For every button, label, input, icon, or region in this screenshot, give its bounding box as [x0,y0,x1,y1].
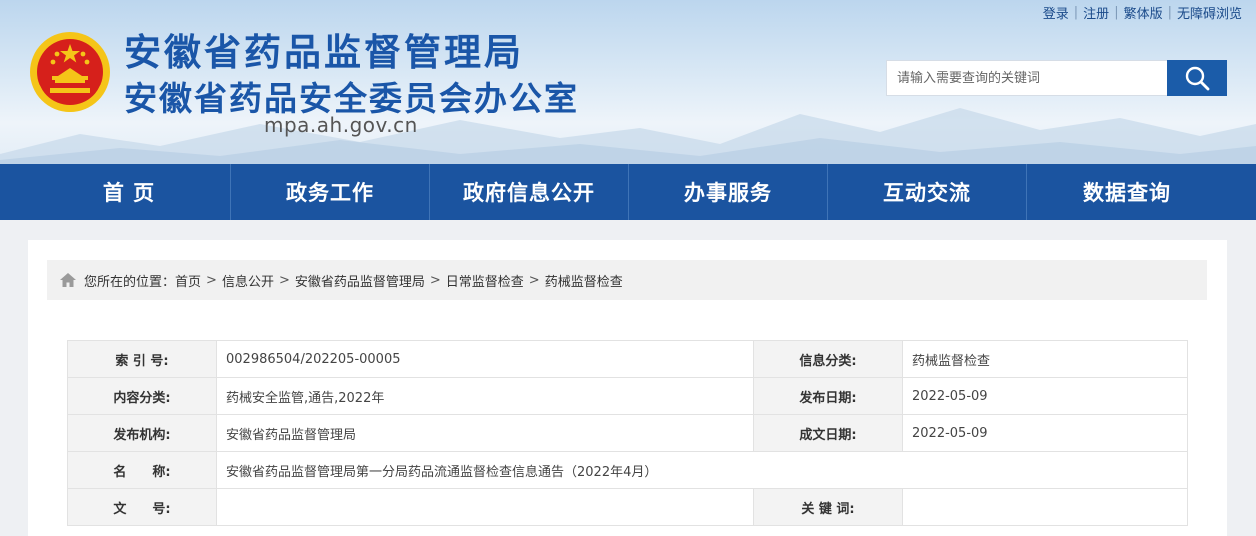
table-row: 名 称: 安徽省药品监督管理局第一分局药品流通监督检查信息通告（2022年4月） [67,451,1188,489]
site-domain: mpa.ah.gov.cn [264,113,418,137]
breadcrumb-separator: > [429,272,441,288]
register-link[interactable]: 注册 [1083,3,1109,22]
home-icon [60,273,76,287]
divider: | [1167,5,1172,20]
traditional-chinese-link[interactable]: 繁体版 [1124,3,1163,22]
info-category-label: 信息分类: [753,340,903,378]
table-row: 发布机构: 安徽省药品监督管理局 成文日期: 2022-05-09 [67,414,1188,452]
document-name-label: 名 称: [67,451,217,489]
content-category-value: 药械安全监管,通告,2022年 [216,377,754,415]
divider: | [1073,5,1079,20]
nav-interaction[interactable]: 互动交流 [828,164,1026,220]
publisher-value: 安徽省药品监督管理局 [216,414,754,452]
table-row: 文 号: 关 键 词: [67,488,1188,526]
publish-date-value: 2022-05-09 [902,377,1188,415]
keywords-value [902,488,1188,526]
content-category-label: 内容分类: [67,377,217,415]
index-number-value: 002986504/202205-00005 [216,340,754,378]
breadcrumb-item-home[interactable]: 首页 [175,271,201,290]
site-header: 登录 | 注册 | 繁体版 | 无障碍浏览 安徽省药品监督管理局 安徽省药品安全… [0,0,1256,164]
breadcrumb-separator: > [206,272,217,288]
index-number-label: 索 引 号: [67,340,217,378]
keywords-label: 关 键 词: [753,488,903,526]
breadcrumb: 您所在的位置： 首页 > 信息公开 > 安徽省药品监督管理局 > 日常监督检查 … [47,260,1207,300]
table-row: 内容分类: 药械安全监管,通告,2022年 发布日期: 2022-05-09 [67,377,1188,415]
nav-data-query[interactable]: 数据查询 [1027,164,1227,220]
document-name-value: 安徽省药品监督管理局第一分局药品流通监督检查信息通告（2022年4月） [216,451,1188,489]
breadcrumb-item-drug-device-inspection[interactable]: 药械监督检查 [545,271,623,290]
top-links: 登录 | 注册 | 繁体版 | 无障碍浏览 [1043,3,1242,22]
info-category-value: 药械监督检查 [902,340,1188,378]
main-navigation: 首 页 政务工作 政府信息公开 办事服务 互动交流 数据查询 [0,164,1256,220]
document-info-table: 索 引 号: 002986504/202205-00005 信息分类: 药械监督… [67,340,1188,526]
search-button[interactable] [1167,60,1227,96]
publisher-label: 发布机构: [67,414,217,452]
nav-home[interactable]: 首 页 [28,164,230,220]
nav-government-affairs[interactable]: 政务工作 [231,164,429,220]
search-input[interactable] [886,60,1168,96]
search-icon [1185,66,1210,91]
national-emblem-icon [30,32,110,113]
divider: | [1114,5,1119,20]
table-row: 索 引 号: 002986504/202205-00005 信息分类: 药械监督… [67,340,1188,378]
created-date-label: 成文日期: [753,414,903,452]
document-number-value [216,488,754,526]
nav-services[interactable]: 办事服务 [629,164,827,220]
breadcrumb-item-info-disclosure[interactable]: 信息公开 [222,271,274,290]
nav-information-disclosure[interactable]: 政府信息公开 [430,164,628,220]
publish-date-label: 发布日期: [753,377,903,415]
created-date-value: 2022-05-09 [902,414,1188,452]
site-title-primary: 安徽省药品监督管理局 [124,31,524,74]
breadcrumb-prefix: 您所在的位置： [84,274,176,290]
accessibility-link[interactable]: 无障碍浏览 [1177,3,1242,22]
breadcrumb-separator: > [278,272,290,288]
document-number-label: 文 号: [67,488,217,526]
breadcrumb-item-bureau[interactable]: 安徽省药品监督管理局 [295,271,425,290]
breadcrumb-separator: > [528,272,540,288]
login-link[interactable]: 登录 [1043,3,1069,22]
breadcrumb-item-daily-inspection[interactable]: 日常监督检查 [446,271,524,290]
